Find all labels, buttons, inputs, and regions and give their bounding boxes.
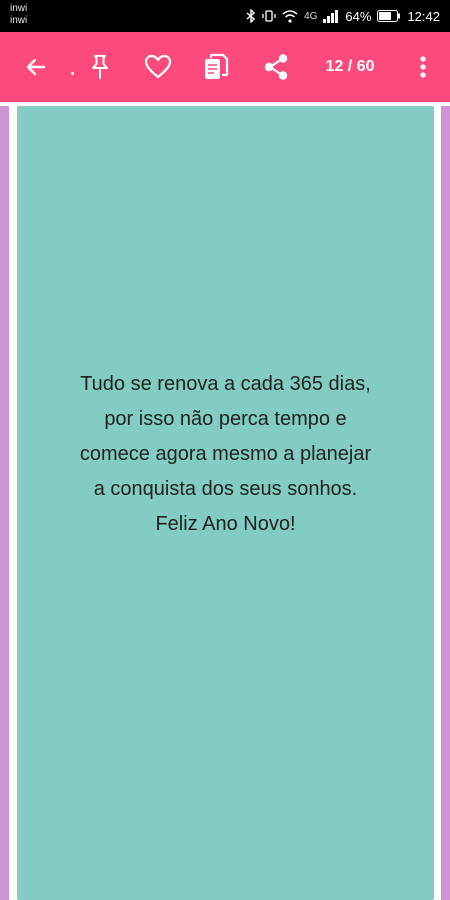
wifi-icon: [282, 9, 298, 23]
decorative-dot: [71, 72, 74, 75]
pin-button[interactable]: [80, 32, 120, 102]
status-indicators: 4G 64% 12:42: [246, 0, 440, 32]
network-type-label: 4G: [304, 10, 318, 22]
carrier-line-2: inwi: [10, 15, 28, 26]
quote-line: comece agora mesmo a planejar: [79, 442, 372, 465]
carrier-labels: inwi inwi: [10, 3, 27, 27]
clock: 12:42: [407, 8, 440, 24]
quote-text: Tudo se renova a cada 365 dias, por isso…: [46, 367, 406, 542]
bluetooth-icon: [246, 9, 256, 23]
battery-percent: 64%: [345, 8, 372, 24]
more-vert-icon: [420, 56, 426, 78]
page-counter: 12 / 60: [325, 58, 375, 75]
back-button[interactable]: [16, 32, 56, 102]
status-bar: inwi inwi 4G 64% 12:42: [0, 0, 450, 32]
share-icon: [262, 53, 290, 81]
battery-icon: [377, 10, 401, 22]
copy-icon: [203, 53, 229, 81]
pin-icon: [89, 54, 111, 80]
more-options-button[interactable]: [408, 32, 438, 102]
next-card-peek[interactable]: [441, 106, 450, 900]
quote-line: Tudo se renova a cada 365 dias,: [80, 372, 371, 395]
quote-line: Feliz Ano Novo!: [155, 512, 296, 535]
share-button[interactable]: [255, 32, 297, 102]
signal-icon: [323, 9, 339, 23]
card-pager[interactable]: Tudo se renova a cada 365 dias, por isso…: [0, 102, 450, 900]
back-arrow-icon: [24, 55, 48, 79]
previous-card-peek[interactable]: [0, 106, 9, 900]
app-toolbar: 12 / 60: [0, 32, 450, 102]
carrier-line-1: inwi: [10, 3, 28, 14]
copy-button[interactable]: [196, 32, 236, 102]
quote-line: a conquista dos seus sonhos.: [93, 477, 358, 500]
quote-card[interactable]: Tudo se renova a cada 365 dias, por isso…: [17, 106, 434, 900]
favorite-button[interactable]: [137, 32, 179, 102]
heart-icon: [144, 54, 172, 80]
vibrate-icon: [262, 9, 276, 23]
quote-line: por isso não perca tempo e: [104, 407, 347, 430]
